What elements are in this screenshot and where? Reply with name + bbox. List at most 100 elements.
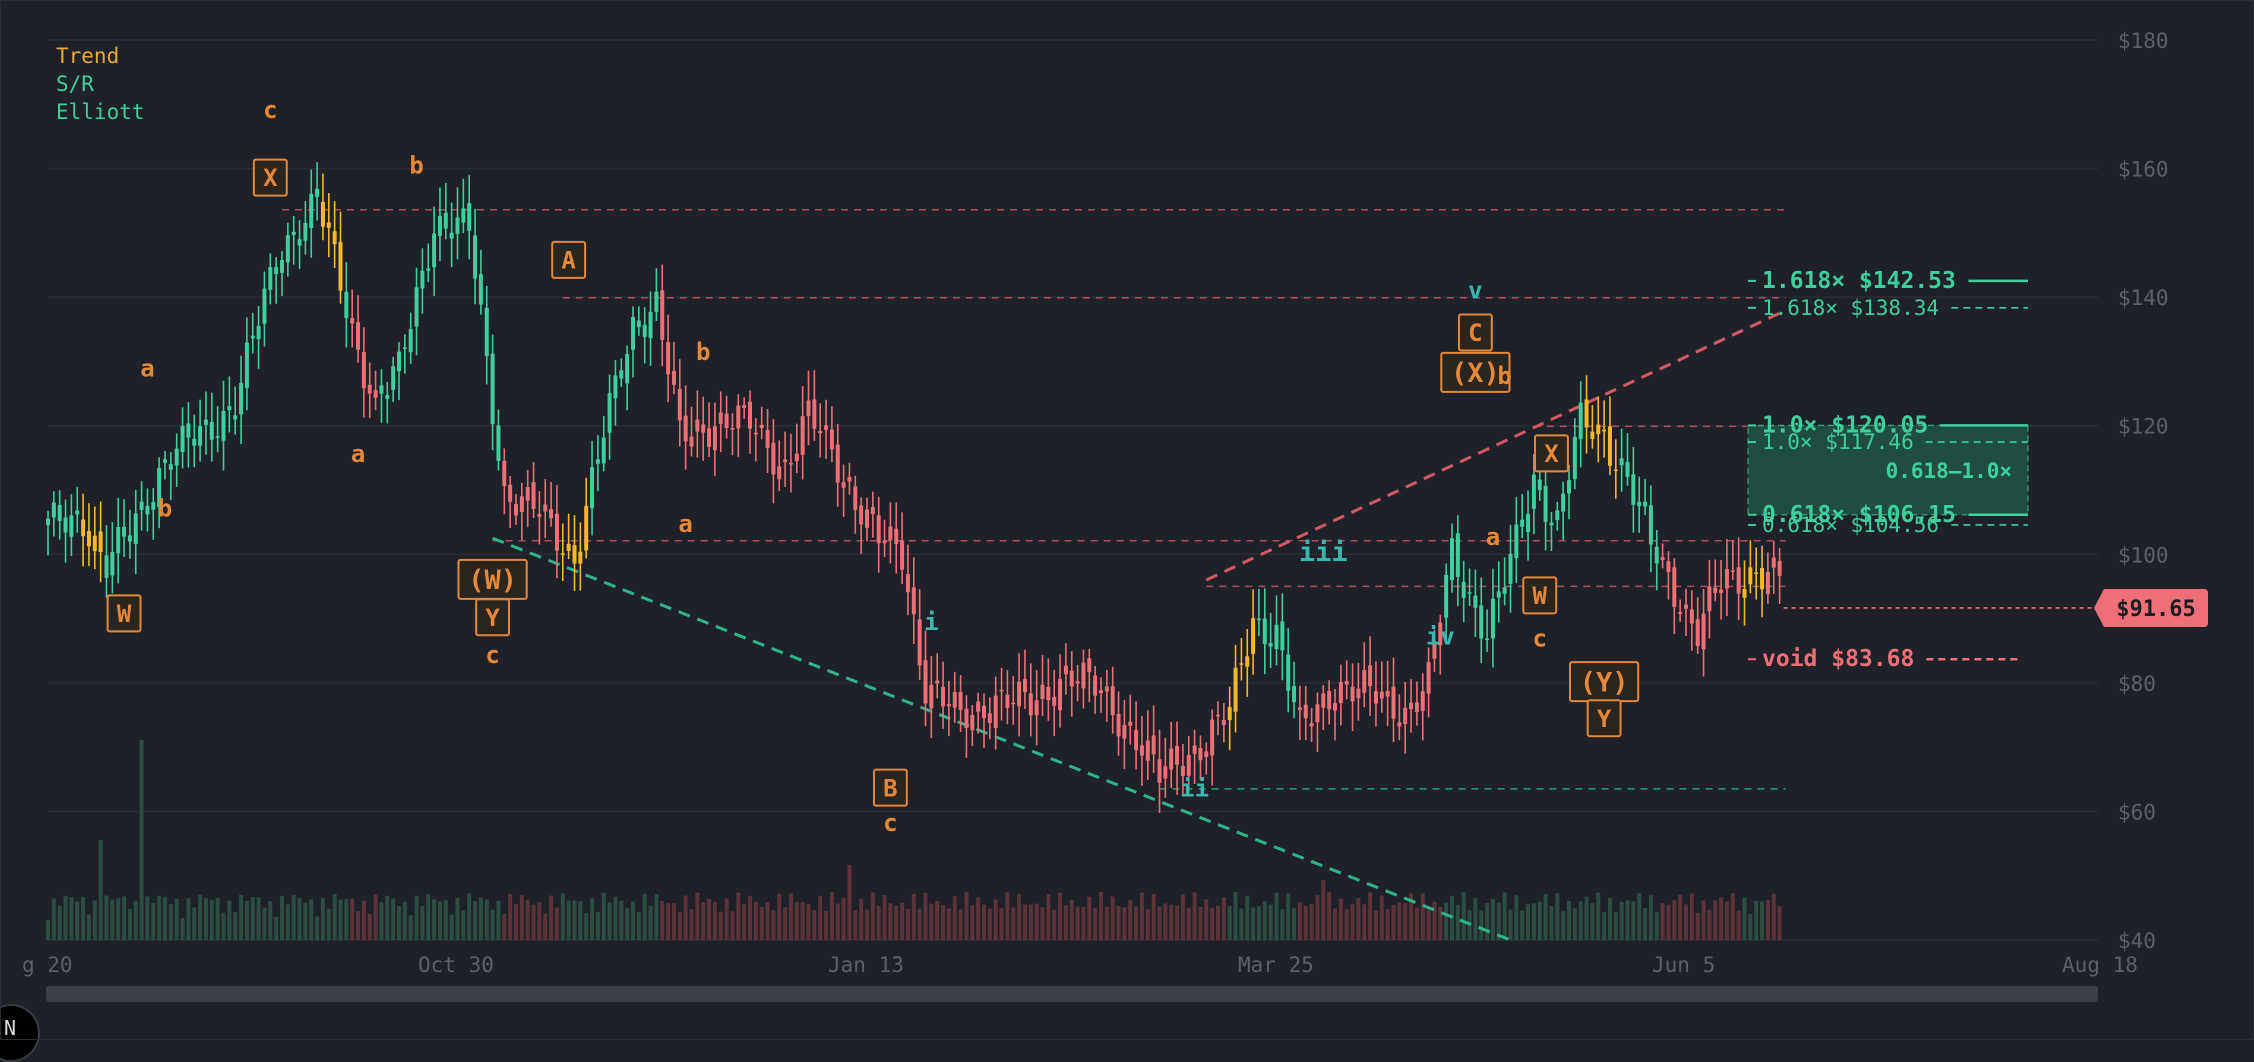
price-chart[interactable]: 0.618–1.0× 1.618× $142.531.618× $138.34 1…: [0, 0, 2254, 1040]
volume-bar: [806, 904, 811, 940]
candle-body: [1327, 690, 1332, 710]
volume-bar: [1385, 909, 1390, 940]
volume-bar: [759, 906, 764, 940]
candle-body: [1660, 557, 1665, 561]
volume-bar: [449, 914, 454, 940]
volume-bar: [1093, 907, 1098, 940]
candle-body: [192, 438, 197, 446]
time-scrollbar[interactable]: [46, 986, 2098, 1002]
candle-body: [1713, 587, 1718, 593]
candle-body: [841, 482, 846, 488]
candle-body: [519, 496, 524, 513]
volume-bar: [198, 894, 203, 940]
candle-body: [1192, 745, 1197, 754]
wave-label: B: [883, 774, 897, 802]
candle-body: [1175, 746, 1180, 765]
candle-body: [1724, 569, 1729, 589]
candle-body: [250, 335, 255, 339]
volume-bar: [1765, 899, 1770, 940]
volume-bar: [98, 840, 103, 940]
legend-sr[interactable]: S/R: [56, 70, 145, 98]
legend-trend[interactable]: Trend: [56, 42, 145, 70]
volume-bar: [122, 896, 127, 940]
candle-body: [1403, 707, 1408, 725]
volume-bar: [1771, 893, 1776, 940]
volume-bar: [841, 898, 846, 940]
candle-body: [508, 484, 513, 502]
candle-body: [280, 259, 284, 273]
y-tick-label: $40: [2118, 929, 2156, 953]
legend-elliott[interactable]: Elliott: [56, 98, 145, 126]
volume-bar: [753, 901, 758, 940]
volume-bar: [1362, 904, 1367, 940]
volume-bar: [1531, 903, 1536, 940]
wave-label: iii: [1299, 537, 1348, 568]
volume-bar: [1216, 905, 1220, 940]
volume-bar: [1701, 900, 1706, 940]
volume-bar: [1578, 901, 1583, 940]
volume-bar: [1286, 893, 1291, 940]
y-tick-label: $60: [2118, 800, 2156, 824]
volume-bar: [180, 918, 185, 940]
candle-body: [636, 320, 641, 328]
candle-body: [1286, 654, 1291, 691]
candle-body: [86, 531, 91, 547]
candle-body: [1607, 426, 1612, 466]
volume-bar: [104, 895, 109, 940]
volume-bar: [496, 901, 501, 940]
wave-label: (X): [1451, 358, 1500, 389]
volume-bar: [443, 900, 448, 940]
volume-bar: [420, 906, 425, 940]
y-tick-label: $80: [2118, 672, 2156, 696]
wave-label: c: [1533, 624, 1547, 652]
volume-bar: [291, 894, 296, 940]
volume-bar: [595, 912, 600, 940]
volume-bar: [344, 898, 349, 940]
candle-body: [1017, 681, 1022, 707]
candle-body: [1233, 667, 1238, 712]
target-label: 1.0× $117.46: [1762, 430, 1914, 454]
volume-bar: [1256, 906, 1261, 940]
volume-bar: [993, 899, 998, 940]
volume-bar: [730, 911, 735, 940]
volume-bar: [1245, 895, 1250, 940]
candle-body: [75, 510, 80, 515]
volume-bar: [174, 898, 179, 940]
candle-body: [1654, 546, 1659, 564]
volume-bar: [794, 902, 799, 940]
candle-body: [642, 324, 647, 337]
candle-body: [976, 701, 981, 712]
candle-body: [1684, 604, 1688, 609]
volume-bar: [1274, 892, 1279, 940]
volume-bar: [1210, 907, 1215, 940]
volume-bar: [514, 903, 518, 940]
candle-body: [449, 232, 454, 239]
candle-body: [332, 231, 337, 245]
wave-label: (Y): [1580, 667, 1629, 698]
candle-body: [1333, 703, 1337, 711]
volume-bar: [508, 893, 513, 940]
candle-body: [274, 267, 279, 275]
volume-bar: [373, 894, 378, 940]
volume-bar: [683, 895, 688, 940]
candle-body: [221, 410, 226, 441]
y-tick-label: $160: [2118, 158, 2169, 182]
candle-body: [1648, 505, 1653, 545]
candle-body: [566, 543, 571, 551]
candle-body: [502, 460, 507, 487]
volume-bar: [1368, 892, 1373, 940]
logo-icon: N: [4, 1016, 17, 1040]
volume-bar: [1742, 897, 1747, 940]
volume-bar: [1719, 897, 1724, 940]
volume-bar: [613, 896, 618, 940]
candle-body: [970, 715, 975, 731]
volume-bar: [636, 912, 641, 940]
volume-bar: [525, 899, 530, 940]
volume-bars: [46, 740, 1782, 940]
volume-bar: [554, 907, 559, 940]
wave-label: Y: [485, 604, 500, 632]
volume-bar: [402, 901, 407, 940]
volume-bar: [1379, 895, 1384, 940]
volume-bar: [900, 902, 905, 940]
candle-body: [203, 419, 208, 425]
